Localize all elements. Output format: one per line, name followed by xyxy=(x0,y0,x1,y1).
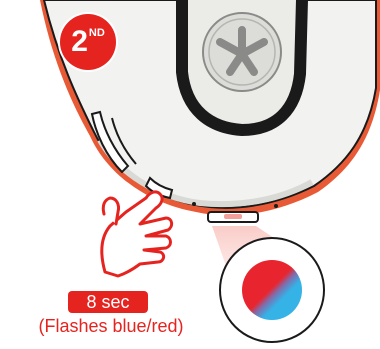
sensor-dot xyxy=(274,204,278,208)
led-caption: (Flashes blue/red) xyxy=(38,316,184,336)
led-window xyxy=(224,214,242,219)
pointing-hand-icon xyxy=(100,190,174,278)
step-number: 2 xyxy=(71,25,88,58)
step-ordinal-suffix: ND xyxy=(88,27,105,39)
diagram-canvas xyxy=(40,0,380,343)
step-badge: 2 ND xyxy=(60,14,116,70)
duration-badge: 8 sec xyxy=(68,291,148,313)
sensor-dot xyxy=(192,202,196,206)
led-indicator-icon xyxy=(219,237,325,343)
jlab-logo-icon xyxy=(202,12,282,92)
